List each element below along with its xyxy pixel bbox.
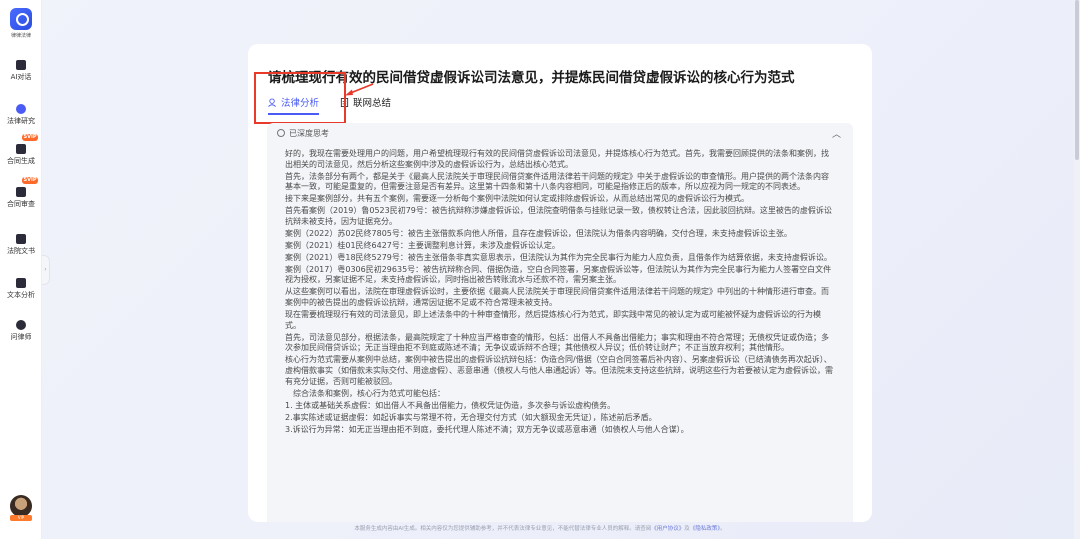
- sidebar-item-label: AI对话: [10, 73, 32, 81]
- avatar[interactable]: [10, 495, 32, 517]
- privacy-policy-link[interactable]: 《隐私政策》: [690, 526, 720, 532]
- sidebar-item-court-documents[interactable]: 法院文书: [0, 234, 42, 256]
- chat-icon: [16, 60, 26, 70]
- disclaimer-text: 本服务生成内容由AI生成。相关内容仅为您提供辅助参考，并不代表法律专业意见，不能…: [354, 526, 652, 532]
- chevron-up-icon[interactable]: ︿: [832, 127, 841, 140]
- thinking-paragraph: 好的，我现在需要处理用户的问题，用户希望梳理现行有效的民间借贷虚假诉讼司法意见，…: [285, 149, 829, 169]
- thinking-paragraph: 案例（2022）苏02民终7805号：被告主张借款系向他人所借，且存在虚假诉讼，…: [285, 228, 792, 238]
- thinking-check-icon: [277, 129, 285, 137]
- thinking-paragraph: 1. 主体或基础关系虚假：如出借人不具备出借能力，债权凭证伪造，多次参与诉讼虚构…: [285, 400, 616, 410]
- text-analysis-icon: [16, 278, 26, 288]
- scrollbar-thumb[interactable]: [1075, 0, 1079, 160]
- logo-icon: [10, 8, 32, 30]
- deep-thinking-label: 已深度思考: [289, 129, 329, 138]
- logo-text: 律律法律: [10, 33, 31, 39]
- svip-badge: SVIP: [22, 177, 38, 184]
- app-logo[interactable]: 律律法律: [0, 8, 42, 39]
- sidebar-item-ask-lawyer[interactable]: 问律师: [0, 320, 42, 342]
- tab-web-summary[interactable]: 联网总结: [340, 95, 391, 115]
- review-icon: [16, 187, 26, 197]
- scrollbar[interactable]: [1074, 0, 1080, 539]
- sidebar: 律律法律 AI对话 法律研究 SVIP 合同生成 SVIP 合同审查 法院文书 …: [0, 0, 42, 539]
- page-title: 请梳理现行有效的民间借贷虚假诉讼司法意见，并提炼民间借贷虚假诉讼的核心行为范式: [268, 70, 795, 86]
- thinking-paragraph: 案例（2017）粤0306民初29635号：被告抗辩称合同、借据伪造，空白合同签…: [285, 264, 832, 285]
- sidebar-item-label: 问律师: [10, 333, 32, 341]
- answer-card: 请梳理现行有效的民间借贷虚假诉讼司法意见，并提炼民间借贷虚假诉讼的核心行为范式 …: [248, 44, 872, 522]
- disclaimer-footer: 本服务生成内容由AI生成。相关内容仅为您提供辅助参考，并不代表法律专业意见，不能…: [0, 524, 1080, 532]
- thinking-content: 好的，我现在需要处理用户的问题，用户希望梳理现行有效的民间借贷虚假诉讼司法意见，…: [285, 149, 833, 436]
- tab-legal-analysis[interactable]: 法律分析: [268, 95, 320, 115]
- thinking-paragraph: 接下来是案例部分，共有五个案例，需要逐一分析每个案例中法院如何认定或排除虚假诉讼…: [285, 194, 749, 204]
- thinking-paragraph: 首先看案例（2019）鲁0523民初79号：被告抗辩称涉嫌虚假诉讼，但法院查明借…: [285, 206, 832, 227]
- sidebar-item-text-analysis[interactable]: 文本分析: [0, 278, 42, 300]
- thinking-paragraph: 从这些案例可以看出，法院在审理虚假诉讼时，主要依据《最高人民法院关于审理民间借贷…: [285, 287, 829, 308]
- sidebar-item-contract-review[interactable]: SVIP 合同审查: [0, 177, 42, 209]
- thinking-paragraph: 首先，法条部分有两个，都是关于《最高人民法院关于审理民间借贷案件适用法律若干问题…: [285, 171, 829, 192]
- thinking-paragraph: 核心行为范式需要从案例中总结，案例中被告提出的虚假诉讼抗辩包括：伪造合同/借据（…: [285, 355, 833, 386]
- sidebar-item-label: 合同审查: [7, 200, 35, 208]
- tab-label: 联网总结: [353, 98, 392, 109]
- person-search-icon: [268, 98, 276, 107]
- user-agreement-link[interactable]: 《用户协议》: [651, 526, 684, 532]
- tab-label: 法律分析: [281, 98, 320, 109]
- user-icon: [16, 320, 26, 330]
- sidebar-collapse-toggle[interactable]: ›: [42, 255, 50, 285]
- sidebar-item-legal-research[interactable]: 法律研究: [0, 104, 42, 126]
- thinking-paragraph: 综合法条和案例，核心行为范式可能包括：: [293, 388, 445, 398]
- thinking-paragraph: 3.诉讼行为异常：如无正当理由拒不到庭，委托代理人陈述不清；双方无争议或恶意串通…: [285, 424, 689, 434]
- deep-thinking-header[interactable]: 已深度思考: [277, 128, 329, 139]
- sidebar-item-label: 法院文书: [7, 247, 35, 255]
- court-document-icon: [16, 234, 26, 244]
- svip-badge: SVIP: [22, 134, 38, 141]
- research-icon: [16, 104, 26, 114]
- thinking-paragraph: 2.事实陈述或证据虚假：如起诉事实与常理不符，无合理交付方式（如大额现金无凭证）…: [285, 412, 657, 422]
- sidebar-item-label: 法律研究: [7, 117, 35, 125]
- disclaimer-end: 。: [720, 526, 726, 532]
- deep-thinking-panel: 已深度思考 ︿ 好的，我现在需要处理用户的问题，用户希望梳理现行有效的民间借贷虚…: [267, 123, 853, 522]
- document-icon: [340, 98, 349, 107]
- sidebar-item-label: 合同生成: [7, 157, 35, 165]
- thinking-paragraph: 案例（2021）粤18民终5279号：被告主张借条非真实意思表示，但法院认为其作…: [285, 252, 832, 262]
- thinking-paragraph: 首先，司法意见部分，根据法条，最高院规定了十种应当严格审查的情形，包括：出借人不…: [285, 332, 829, 353]
- sidebar-item-label: 文本分析: [7, 291, 35, 299]
- avatar-vip-badge: VIP: [10, 515, 32, 521]
- sidebar-item-contract-generation[interactable]: SVIP 合同生成: [0, 134, 42, 166]
- thinking-paragraph: 案例（2021）桂01民终6427号：主要调整利息计算，未涉及虚假诉讼认定。: [285, 240, 560, 250]
- sidebar-item-ai-chat[interactable]: AI对话: [0, 60, 42, 82]
- document-icon: [16, 144, 26, 154]
- thinking-paragraph: 现在需要梳理现行有效的司法意见，即上述法条中的十种审查情形，然后提炼核心行为范式…: [285, 310, 821, 330]
